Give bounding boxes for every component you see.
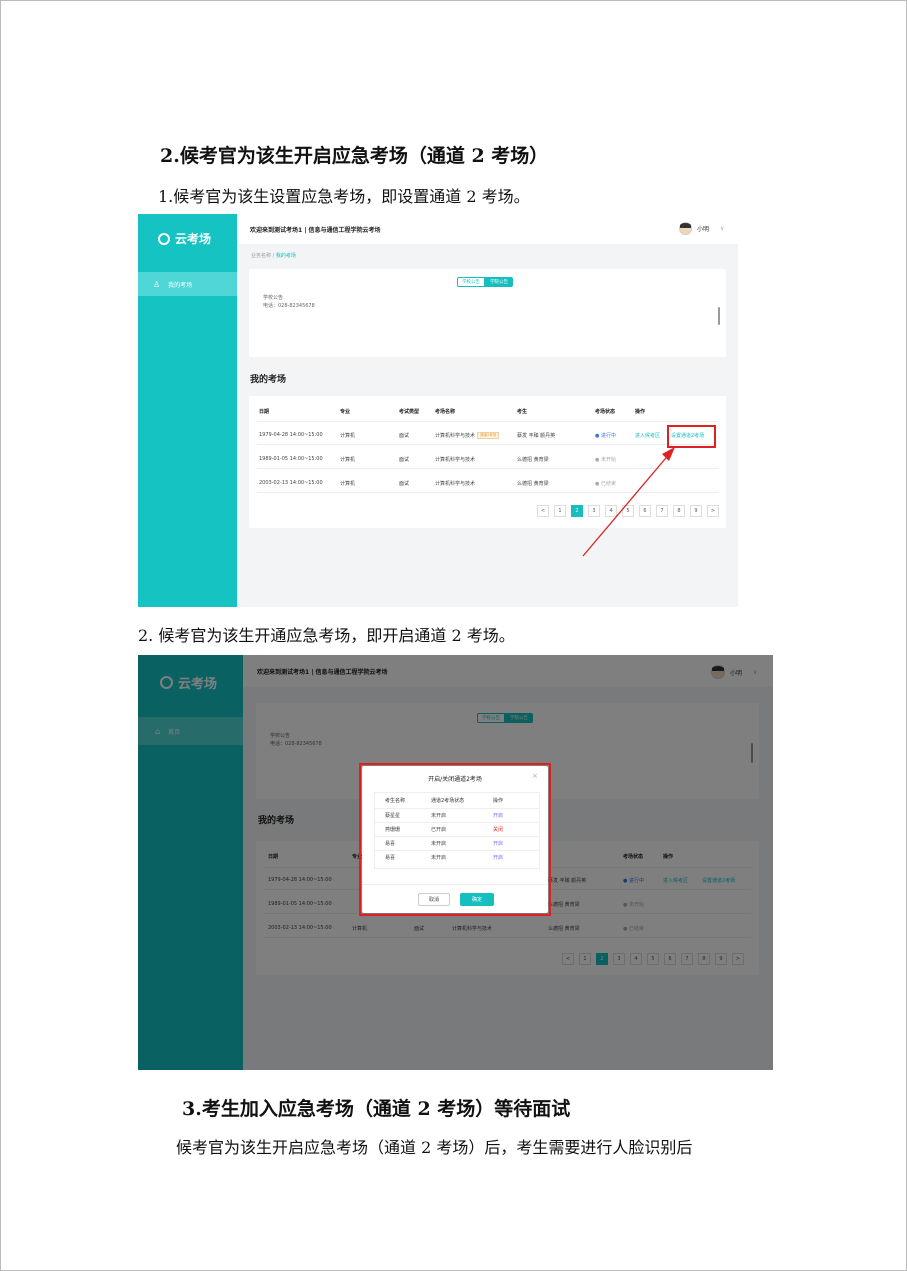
highlight-box (359, 763, 551, 916)
section-heading-3: 3.考生加入应急考场（通道 2 考场）等待面试 (182, 1098, 571, 1120)
step-2-text: 2. 候考官为该生开通应急考场，即开启通道 2 考场。 (138, 626, 515, 645)
screenshot-open-channel2: 云考场 ⌂ 首页 欢迎来到测试考场1 | 信息与通信工程学院云考场 小明 ∨ 学… (138, 655, 773, 1070)
section-heading-2: 2.候考官为该生开启应急考场（通道 2 考场） (160, 145, 549, 167)
screenshot-set-channel2: 云考场 ♙ 我的考场 欢迎来到测试考场1 | 信息与通信工程学院云考场 小明 ∨… (138, 214, 738, 607)
step-1-text: 1.候考官为该生设置应急考场，即设置通道 2 考场。 (158, 187, 530, 206)
annotation-arrow (582, 447, 675, 557)
paragraph-text: 候考官为该生开启应急考场（通道 2 考场）后，考生需要进行人脸识别后 (176, 1138, 693, 1157)
